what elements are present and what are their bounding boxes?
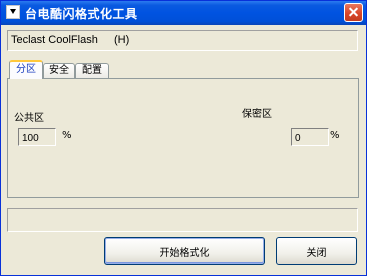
app-menu-icon[interactable] [6,5,20,19]
tab-partition-label: 分区 [16,64,36,75]
public-area-label: 公共区 [14,113,44,124]
tab-partition[interactable]: 分区 [9,60,43,79]
format-tool-window: 台电酷闪格式化工具 Teclast CoolFlash (H) 分区 安全 配置… [0,0,367,276]
status-bar [7,208,358,232]
close-button[interactable]: 关闭 [276,237,357,265]
window-close-button[interactable] [344,3,363,22]
private-area-field[interactable] [291,128,329,146]
private-area-label: 保密区 [242,109,272,120]
tab-settings-label: 配置 [82,65,102,76]
partition-panel: 公共区 % 保密区 % [7,78,359,198]
device-drive-letter: (H) [114,34,130,46]
public-area-unit: % [62,130,72,141]
device-name: Teclast CoolFlash [11,34,98,46]
private-area-unit: % [330,130,340,141]
tab-settings[interactable]: 配置 [75,63,109,78]
title-bar: 台电酷闪格式化工具 [1,1,366,25]
start-format-button[interactable]: 开始格式化 [104,237,265,265]
device-info-box: Teclast CoolFlash (H) [7,30,358,51]
window-title: 台电酷闪格式化工具 [25,7,138,21]
tab-security[interactable]: 安全 [43,63,75,78]
tab-security-label: 安全 [49,65,69,76]
public-area-field[interactable] [18,128,56,146]
